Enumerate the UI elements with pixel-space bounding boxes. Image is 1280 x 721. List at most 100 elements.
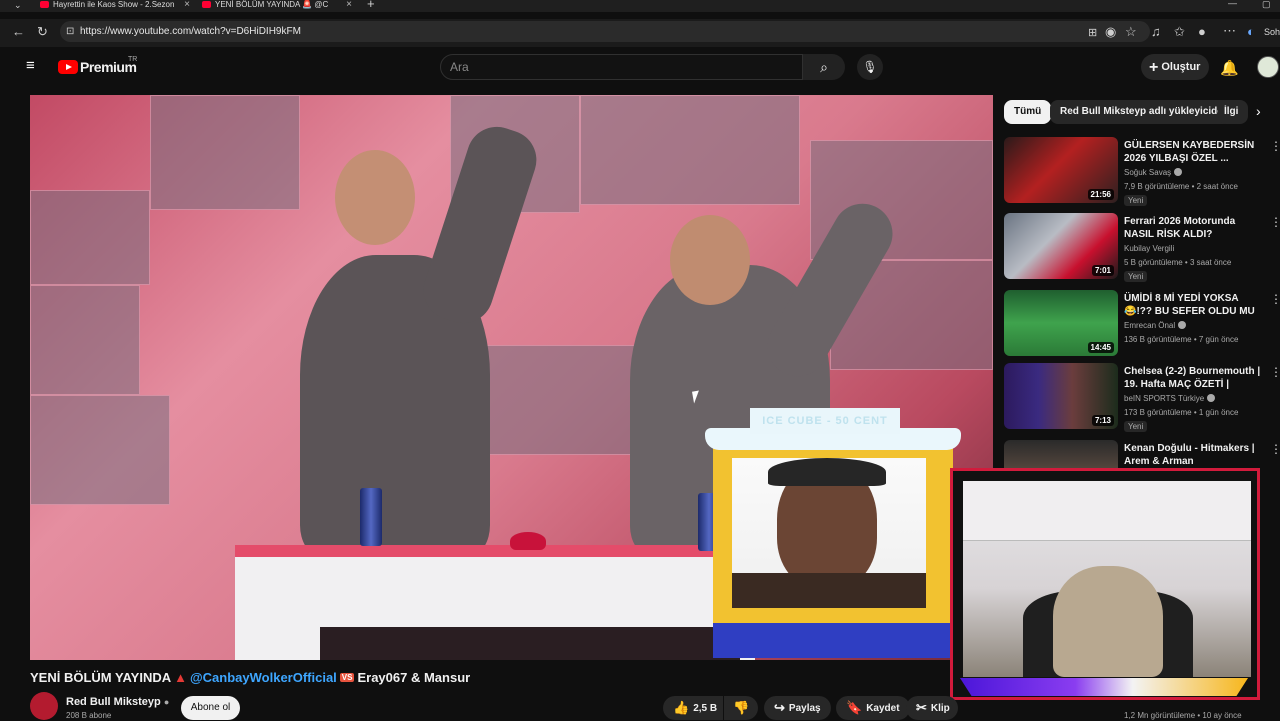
webcam-person <box>1053 566 1163 677</box>
youtube-header: ≡ Premium TR Ara ⌕ 🎙 + Oluştur 🔔 <box>0 47 1280 91</box>
channel-name-text: Soğuk Savaş <box>1124 168 1172 177</box>
video-title[interactable]: Chelsea (2-2) Bournemouth | 19. Hafta MA… <box>1124 365 1264 392</box>
card-photo <box>732 458 926 608</box>
buzzer-button <box>510 532 546 550</box>
extension-icon[interactable]: ◉ <box>1105 25 1116 39</box>
chip-related-label: İlgi <box>1224 106 1239 117</box>
streamer-webcam-overlay <box>950 468 1260 700</box>
search-icon: ⌕ <box>820 59 828 75</box>
channel-name[interactable]: Soğuk Savaş <box>1124 168 1183 177</box>
subscribe-button[interactable]: Abone ol <box>181 696 240 720</box>
dislike-button[interactable]: 👎 <box>724 696 758 720</box>
verified-icon: ● <box>163 697 170 707</box>
video-meta: 5 B görüntüleme • 3 saat önce <box>1124 258 1232 267</box>
channel-name-main[interactable]: Red Bull Miksteyp ● <box>66 696 169 708</box>
video-duration: 21:56 <box>1087 189 1114 200</box>
chip-uploader-label: Red Bull Miksteyp adlı yükleyiciden <box>1060 106 1229 117</box>
share-button[interactable]: ↪ Paylaş <box>764 696 831 720</box>
plus-icon: + <box>1149 59 1159 76</box>
verified-icon <box>1178 321 1187 329</box>
more-options-icon[interactable]: ⋯ <box>1223 24 1236 38</box>
save-button[interactable]: 🔖 Kaydet <box>836 696 910 720</box>
recommendation-item[interactable]: 7:01 Ferrari 2026 Motorunda NASIL RİSK A… <box>1004 213 1280 287</box>
like-button[interactable]: 👍 2,5 B <box>663 696 723 720</box>
browser-tab-1[interactable]: Hayrettin ile Kaos Show - 2.Sezon × <box>40 0 190 12</box>
scissors-icon: ✂ <box>916 700 927 715</box>
host-left-head <box>335 150 415 245</box>
vs-badge: VS <box>339 673 355 682</box>
video-thumbnail[interactable]: 14:45 <box>1004 290 1118 356</box>
sidebar-profile-label[interactable]: Soh <box>1264 27 1280 37</box>
copilot-icon[interactable]: ◐ <box>1247 25 1255 39</box>
recommendation-item[interactable]: 21:56 GÜLERSEN KAYBEDERSİN 2026 YILBAŞI … <box>1004 137 1280 211</box>
close-tab-icon[interactable]: × <box>184 0 190 10</box>
grid-icon[interactable]: ⊞ <box>1088 26 1097 40</box>
favorites-icon[interactable]: ✩ <box>1174 25 1185 39</box>
recommendation-meta-partial: 1,2 Mn görüntüleme • 10 ay önce <box>1124 711 1242 720</box>
music-icon[interactable]: ♫ <box>1151 25 1161 39</box>
browser-tab-2[interactable]: YENİ BÖLÜM YAYINDA 🚨 @C × <box>202 0 352 12</box>
more-vert-icon[interactable]: ⋮ <box>1270 442 1280 456</box>
verified-icon <box>1174 168 1183 176</box>
notifications-bell-icon[interactable]: 🔔 <box>1220 59 1239 77</box>
search-input[interactable]: Ara <box>440 54 803 80</box>
chevron-right-icon[interactable]: › <box>1256 104 1261 118</box>
channel-name-text: Emrecan Önal <box>1124 321 1176 330</box>
video-duration: 7:13 <box>1091 415 1114 426</box>
video-title[interactable]: ÜMİDİ 8 Mİ YEDİ YOKSA 😂!?? BU SEFER OLDU… <box>1124 292 1264 319</box>
voice-search-button[interactable]: 🎙 <box>857 54 883 80</box>
create-button[interactable]: + Oluştur <box>1141 54 1209 80</box>
close-tab-icon[interactable]: × <box>346 0 352 10</box>
video-thumbnail[interactable]: 7:01 <box>1004 213 1118 279</box>
more-vert-icon[interactable]: ⋮ <box>1270 139 1280 153</box>
chip-all-label: Tümü <box>1014 106 1042 117</box>
wall-tile <box>30 395 170 505</box>
clip-label: Klip <box>930 703 950 714</box>
search-button[interactable]: ⌕ <box>803 54 845 80</box>
microphone-icon: 🎙 <box>862 60 878 74</box>
restore-icon[interactable]: ▢ <box>1262 0 1271 11</box>
more-vert-icon[interactable]: ⋮ <box>1270 292 1280 306</box>
profile-icon[interactable]: ● <box>1198 25 1206 39</box>
channel-name-text: beIN SPORTS Türkiye <box>1124 394 1205 403</box>
subscriber-count: 208 B abone <box>66 711 112 720</box>
webcam-feed <box>963 481 1251 677</box>
video-thumbnail[interactable]: 7:13 <box>1004 363 1118 429</box>
recommendation-item[interactable]: 14:45 ÜMİDİ 8 Mİ YEDİ YOKSA 😂!?? BU SEFE… <box>1004 290 1280 364</box>
chip-all[interactable]: Tümü <box>1004 100 1052 124</box>
video-meta: 173 B görüntüleme • 1 gün önce <box>1124 408 1239 417</box>
url-field[interactable]: ⊡ https://www.youtube.com/watch?v=D6HiDI… <box>60 21 1150 42</box>
browser-address-bar: ← ↻ ⊡ https://www.youtube.com/watch?v=D6… <box>0 19 1280 47</box>
reload-icon[interactable]: ↻ <box>37 25 48 39</box>
tab-list-icon[interactable]: ⌄ <box>14 0 22 12</box>
video-title[interactable]: GÜLERSEN KAYBEDERSİN 2026 YILBAŞI ÖZEL .… <box>1124 139 1264 165</box>
new-tab-icon[interactable]: + <box>367 0 375 11</box>
minimize-icon[interactable]: — <box>1228 0 1237 10</box>
channel-name-main-text: Red Bull Miksteyp <box>66 696 161 708</box>
title-text-2: Eray067 & Mansur <box>357 670 471 685</box>
chip-uploader[interactable]: Red Bull Miksteyp adlı yükleyiciden <box>1050 100 1239 124</box>
recommendation-item[interactable]: 7:13 Chelsea (2-2) Bournemouth | 19. Haf… <box>1004 363 1280 437</box>
video-thumbnail[interactable]: 21:56 <box>1004 137 1118 203</box>
channel-name[interactable]: Kubilay Vergili <box>1124 244 1174 253</box>
chip-related[interactable]: İlgi <box>1218 100 1248 124</box>
video-title[interactable]: Kenan Doğulu - Hitmakers | Arem & Arman <box>1124 442 1264 468</box>
save-label: Kaydet <box>866 703 900 714</box>
video-title[interactable]: Ferrari 2026 Motorunda NASIL RİSK ALDI? <box>1124 215 1264 241</box>
clip-button[interactable]: ✂ Klip <box>906 696 958 720</box>
channel-name[interactable]: Emrecan Önal <box>1124 321 1187 330</box>
channel-name[interactable]: beIN SPORTS Türkiye <box>1124 394 1216 403</box>
site-info-icon[interactable]: ⊡ <box>66 25 74 39</box>
youtube-logo-icon[interactable] <box>58 60 78 74</box>
share-label: Paylaş <box>788 703 821 714</box>
hamburger-menu-icon[interactable]: ≡ <box>26 58 35 73</box>
account-avatar[interactable] <box>1257 56 1279 78</box>
wall-tile <box>30 285 140 395</box>
favorite-star-icon[interactable]: ☆ <box>1125 25 1137 39</box>
youtube-logo-region: TR <box>128 56 138 63</box>
more-vert-icon[interactable]: ⋮ <box>1270 215 1280 229</box>
title-mention-link[interactable]: @CanbayWolkerOfficial <box>190 670 337 685</box>
more-vert-icon[interactable]: ⋮ <box>1270 365 1280 379</box>
channel-avatar[interactable] <box>30 692 58 720</box>
back-arrow-icon[interactable]: ← <box>12 25 25 39</box>
